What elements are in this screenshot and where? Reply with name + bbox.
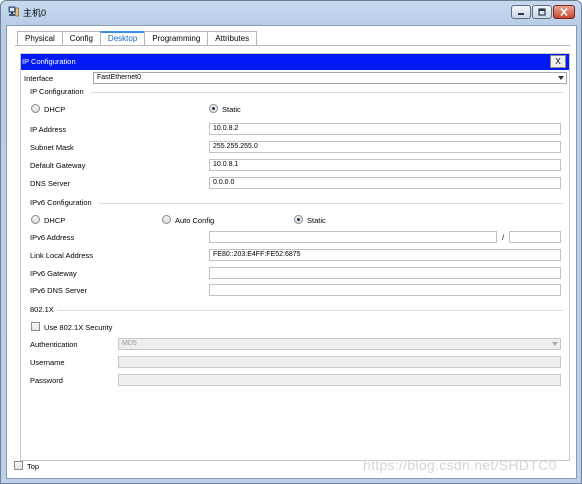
ipv6-section-label: IPv6 Configuration [30, 198, 92, 207]
top-checkbox[interactable] [14, 461, 23, 470]
chevron-down-icon [552, 342, 558, 346]
authentication-label: Authentication [30, 340, 78, 349]
interface-select[interactable]: FastEthernet0 [93, 72, 567, 84]
interface-value: FastEthernet0 [97, 74, 141, 81]
ipv4-section-label: IP Configuration [30, 87, 84, 96]
dot1x-section-divider [57, 310, 563, 311]
close-icon [560, 8, 568, 16]
top-label: Top [27, 462, 40, 471]
ipv6-section-divider [99, 203, 563, 204]
ipv4-dhcp-label: DHCP [44, 105, 66, 114]
window-title: 主机0 [23, 8, 47, 18]
link-local-address-label: Link Local Address [30, 251, 93, 260]
window-client: Physical Config Desktop Programming Attribut… [6, 25, 577, 479]
minimize-button[interactable] [511, 5, 531, 19]
minimize-icon [518, 13, 524, 15]
ipv6-static-label: Static [307, 216, 326, 225]
subnet-mask-field[interactable]: 255.255.255.0 [209, 141, 561, 153]
ip-address-label: IP Address [30, 125, 67, 134]
ipv6-gateway-field[interactable] [209, 267, 561, 279]
ipv4-dhcp-radio[interactable] [31, 104, 40, 113]
ipv6-dns-server-field[interactable] [209, 284, 561, 296]
ipv4-static-radio[interactable] [209, 104, 218, 113]
use-8021x-label: Use 802.1X Security [44, 323, 113, 332]
ipv6-prefix-field[interactable] [509, 231, 561, 243]
password-field[interactable] [118, 374, 561, 386]
password-label: Password [30, 376, 63, 385]
maximize-button[interactable] [532, 5, 552, 19]
maximize-icon [538, 8, 546, 16]
link-local-address-field[interactable]: FE80::203:E4FF:FE52:6875 [209, 249, 561, 261]
ipv6-dhcp-label: DHCP [44, 216, 66, 225]
tab-physical[interactable]: Physical [17, 31, 63, 45]
username-field[interactable] [118, 356, 561, 368]
app-window: 主机0 Physical Config Desktop Programming Attr… [0, 0, 582, 484]
tab-divider [15, 45, 570, 46]
pc-icon [8, 6, 19, 17]
interface-label: Interface [24, 74, 54, 83]
ipv6-auto-config-radio[interactable] [162, 215, 171, 224]
authentication-select[interactable]: MD5 [118, 338, 561, 350]
dns-server-label: DNS Server [30, 179, 71, 188]
tab-config[interactable]: Config [61, 31, 101, 45]
dot1x-section-label: 802.1X [30, 305, 54, 314]
ip-config-panel: IP Configuration X Interface FastEtherne… [20, 53, 570, 461]
ipv4-static-label: Static [222, 105, 241, 114]
tab-attributes[interactable]: Attributes [207, 31, 258, 45]
ipv6-address-field[interactable] [209, 231, 497, 243]
chevron-down-icon [558, 76, 564, 80]
ipv6-address-label: IPv6 Address [30, 233, 75, 242]
close-window-button[interactable] [553, 5, 575, 19]
ip-address-field[interactable]: 10.0.8.2 [209, 123, 561, 135]
tab-bar: Physical Config Desktop Programming Attribut… [17, 31, 258, 45]
authentication-value: MD5 [122, 340, 137, 347]
ipv6-dns-server-label: IPv6 DNS Server [30, 286, 88, 295]
default-gateway-field[interactable]: 10.0.8.1 [209, 159, 561, 171]
tab-programming[interactable]: Programming [144, 31, 209, 45]
ipv6-gateway-label: IPv6 Gateway [30, 269, 77, 278]
use-8021x-checkbox[interactable] [31, 322, 40, 331]
watermark: https://blog.csdn.net/SHDTC0 [363, 457, 557, 473]
tab-desktop[interactable]: Desktop [99, 31, 146, 45]
ipv6-static-radio[interactable] [294, 215, 303, 224]
panel-title: IP Configuration [22, 57, 76, 66]
default-gateway-label: Default Gateway [30, 161, 86, 170]
title-bar[interactable]: 主机0 [1, 1, 581, 23]
ipv6-dhcp-radio[interactable] [31, 215, 40, 224]
panel-close-button[interactable]: X [550, 55, 566, 68]
username-label: Username [30, 358, 65, 367]
ipv4-section-divider [91, 92, 563, 93]
subnet-mask-label: Subnet Mask [30, 143, 74, 152]
ipv6-auto-config-label: Auto Config [175, 216, 215, 225]
panel-title-bar: IP Configuration X [21, 54, 569, 70]
prefix-separator: / [502, 233, 505, 242]
dns-server-field[interactable]: 0.0.0.0 [209, 177, 561, 189]
